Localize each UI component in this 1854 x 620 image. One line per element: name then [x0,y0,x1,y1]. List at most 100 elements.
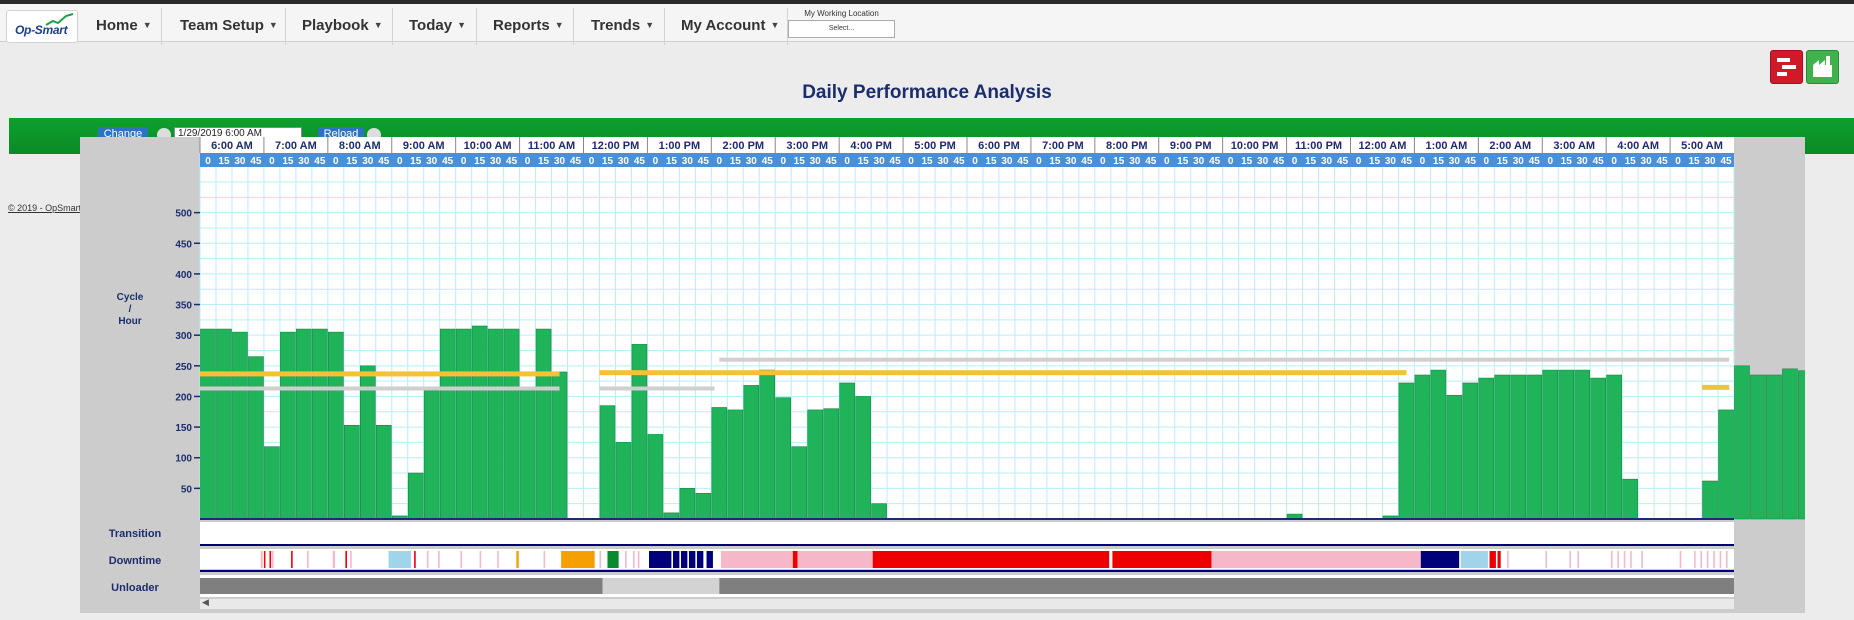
minute-label: 0 [1611,156,1617,167]
minute-label: 0 [1228,156,1234,167]
y-axis-label-line2: / [129,304,132,315]
performance-chart: 6:00 AM0 15 30 457:00 AM0 15 30 458:00 AM0 15 30… [109,137,1805,609]
bar [1718,409,1734,520]
minute-label: 45 [506,156,518,167]
bar [1766,374,1782,520]
scroll-left-icon[interactable]: ◀ [202,597,212,607]
bar [839,382,855,520]
factory-button[interactable] [1806,50,1839,84]
hour-label: 9:00 PM [1170,140,1212,152]
bar [1606,374,1622,520]
logo-chart-icon [45,13,74,26]
chevron-down-icon: ▼ [142,20,152,30]
minute-label: 15 [346,156,358,167]
minute-label: 45 [1081,156,1093,167]
minute-label: 30 [1193,156,1205,167]
copyright-link[interactable]: © 2019 - OpSmart [8,203,81,213]
target-line [200,371,560,377]
minute-label: 15 [1177,156,1189,167]
minute-label: 15 [410,156,422,167]
downtime-segment [1420,551,1460,568]
y-tick-label: 150 [175,423,192,434]
row-label: Downtime [109,555,162,567]
hour-label: 5:00 AM [1681,140,1723,152]
minute-label: 45 [570,156,582,167]
minute-label: 0 [525,156,531,167]
opsmart-logo[interactable]: Op-Smart [6,10,78,43]
bar [455,328,472,520]
y-tick-label: 450 [175,239,192,250]
bar [503,328,520,520]
unloader-segment [200,578,603,594]
working-location-select[interactable]: Select... [788,20,895,38]
nav-team-setup[interactable]: Team Setup ▼ [163,8,286,45]
hour-label: 7:00 AM [275,140,317,152]
downtime-segment [543,551,546,568]
hour-label: 2:00 PM [723,140,765,152]
bar [1574,369,1590,520]
minute-label: 15 [1369,156,1381,167]
bar [1462,382,1479,520]
downtime-segment [607,551,619,568]
nav-today[interactable]: Today ▼ [393,8,477,45]
bar [1526,374,1543,520]
bar [695,492,712,520]
bar [1430,369,1447,520]
bar [344,424,360,520]
chevron-down-icon: ▼ [268,20,278,30]
minute-label: 15 [1625,156,1637,167]
minute-label: 15 [602,156,614,167]
nav-trends[interactable]: Trends ▼ [574,8,665,45]
hour-label: 5:00 PM [914,140,956,152]
nav-my-account[interactable]: My Account ▼ [665,8,788,45]
gantt-view-button[interactable] [1770,50,1803,84]
bar [1510,374,1527,520]
hour-label: 8:00 AM [339,140,381,152]
working-location: My Working Location Select... [788,9,895,39]
minute-label: 45 [1465,156,1477,167]
bar [823,408,839,520]
minute-label: 15 [921,156,933,167]
minute-label: 30 [682,156,694,167]
minute-label: 15 [1049,156,1061,167]
downtime-segment [1623,551,1626,568]
downtime-segment [1545,551,1548,568]
minute-label: 30 [810,156,822,167]
downtime-segment [1630,551,1632,568]
page-title: Daily Performance Analysis [802,82,1052,103]
minute-label: 0 [1292,156,1298,167]
downtime-segment [688,551,696,568]
hour-label: 1:00 AM [1425,140,1467,152]
nav-home[interactable]: Home ▼ [82,8,162,45]
bar [232,331,248,520]
downtime-segment [269,551,272,568]
downtime-segment [1507,551,1509,568]
downtime-segment [696,551,704,568]
bar [599,405,616,520]
hour-label: 10:00 AM [464,140,512,152]
downtime-segment [497,551,499,568]
nav-reports[interactable]: Reports ▼ [477,8,574,45]
nav-today-label: Today [409,17,453,34]
bar [743,385,760,520]
gantt-icon [1777,58,1796,76]
minute-label: 15 [858,156,870,167]
row-label: Transition [109,528,162,540]
bar [375,424,392,520]
minute-label: 0 [1420,156,1426,167]
minute-label: 0 [333,156,339,167]
target-line [599,370,1407,376]
minute-label: 30 [1065,156,1077,167]
target-line [1702,384,1730,390]
nav-playbook[interactable]: Playbook ▼ [286,8,393,45]
hour-label: 9:00 AM [403,140,445,152]
minute-label: 30 [1577,156,1589,167]
bar [280,331,296,520]
previous-target-line [599,386,715,391]
minute-label: 0 [780,156,786,167]
minute-label: 0 [205,156,211,167]
downtime-segment [1112,551,1212,568]
bar [775,397,792,520]
bar [759,369,776,520]
hour-label: 11:00 PM [1295,140,1342,152]
